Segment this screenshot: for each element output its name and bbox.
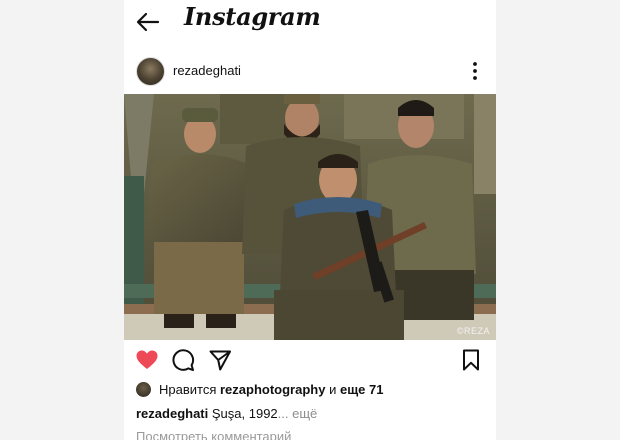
post-photo[interactable]: ©REZA xyxy=(124,94,496,340)
post-options-button[interactable] xyxy=(470,60,480,82)
comment-icon xyxy=(172,349,195,371)
instagram-screen: Instagram rezadeghati ©REZA Нравится rez… xyxy=(124,0,496,440)
photo-illustration xyxy=(124,94,496,340)
liker-avatar xyxy=(136,382,151,397)
back-button[interactable] xyxy=(134,10,162,34)
likes-prefix: Нравится xyxy=(159,382,217,397)
share-button[interactable] xyxy=(208,348,232,372)
caption-ellipsis: ... xyxy=(277,406,289,421)
likes-others-link[interactable]: еще 71 xyxy=(340,382,384,397)
likes-conjunction: и xyxy=(329,382,337,397)
caption-text: Şuşa, 1992 xyxy=(211,406,278,421)
author-avatar[interactable] xyxy=(136,57,165,86)
post-actions xyxy=(124,346,496,374)
post-header: rezadeghati xyxy=(124,54,496,88)
like-button[interactable] xyxy=(135,348,159,372)
post-caption: rezadeghati Şuşa, 1992... ещё xyxy=(136,406,317,421)
author-username[interactable]: rezadeghati xyxy=(173,63,241,78)
more-vertical-icon xyxy=(473,62,477,80)
photo-watermark: ©REZA xyxy=(456,326,490,336)
share-icon xyxy=(209,350,231,371)
heart-icon xyxy=(136,350,158,369)
comment-button[interactable] xyxy=(171,348,195,372)
top-bar: Instagram xyxy=(124,0,496,42)
instagram-logo: Instagram xyxy=(184,2,321,31)
liker-username[interactable]: rezaphotography xyxy=(220,382,325,397)
caption-author[interactable]: rezadeghati xyxy=(136,406,208,421)
back-arrow-icon xyxy=(136,12,160,32)
caption-more-link[interactable]: ещё xyxy=(292,406,317,421)
view-comments-link[interactable]: Посмотреть комментарий xyxy=(136,429,291,440)
bookmark-icon xyxy=(463,349,479,371)
save-button[interactable] xyxy=(459,348,483,372)
likes-line: Нравится rezaphotography и еще 71 xyxy=(136,382,384,400)
